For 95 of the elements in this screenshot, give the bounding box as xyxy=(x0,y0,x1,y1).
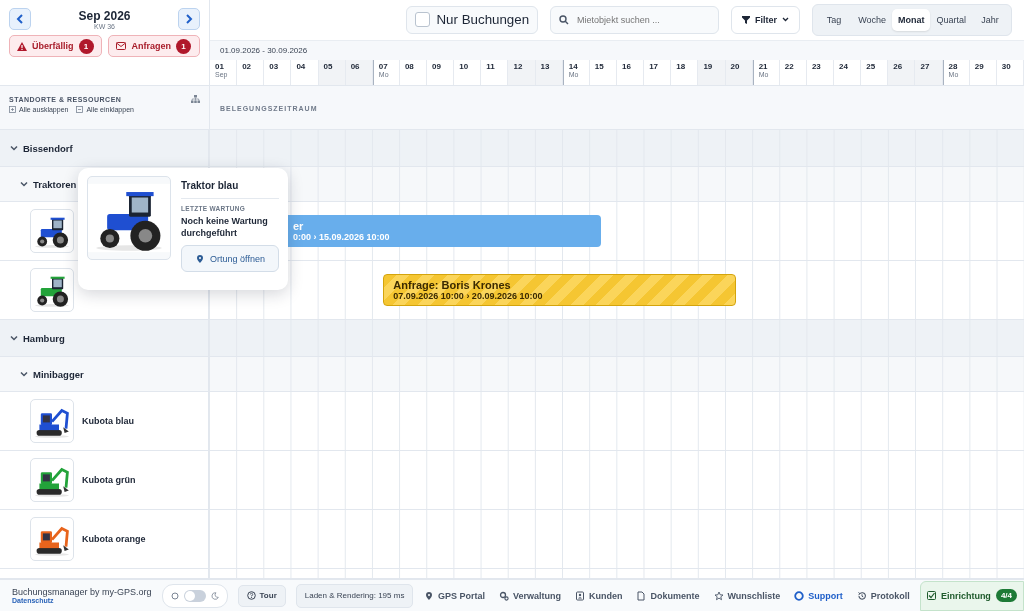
day-header: 16 xyxy=(617,60,645,85)
funnel-icon xyxy=(742,15,751,24)
sun-icon xyxy=(170,591,179,600)
chevron-down-icon[interactable] xyxy=(20,370,28,378)
day-header: 18 xyxy=(671,60,699,85)
dark-mode-switch[interactable] xyxy=(183,589,206,602)
popup-title: Traktor blau xyxy=(181,176,279,199)
history-icon xyxy=(856,590,867,601)
booking-title: er xyxy=(293,220,305,232)
chevron-down-icon[interactable] xyxy=(20,180,28,188)
resource-name[interactable]: Kubota blau xyxy=(82,416,134,426)
day-header: 15 xyxy=(589,60,617,85)
day-header: 25 xyxy=(861,60,889,85)
day-header: 26 xyxy=(888,60,916,85)
setup-button[interactable]: Einrichtung 4/4 xyxy=(919,580,1024,611)
view-tab[interactable]: Woche xyxy=(852,8,892,31)
day-header: 03 xyxy=(264,60,292,85)
day-header: 11 xyxy=(481,60,509,85)
day-header: 12 xyxy=(508,60,536,85)
pin-icon xyxy=(423,590,434,601)
progress-badge: 4/4 xyxy=(995,589,1017,602)
day-header: 10 xyxy=(454,60,482,85)
day-header: 23 xyxy=(806,60,835,85)
envelope-icon xyxy=(116,42,127,50)
day-header: 13 xyxy=(535,60,563,85)
day-header: 08 xyxy=(399,60,428,85)
location-row[interactable]: Bissendorf xyxy=(10,142,73,154)
day-header: 04 xyxy=(291,60,319,85)
chevron-right-icon xyxy=(185,14,193,24)
category-row[interactable]: Traktoren xyxy=(20,178,77,190)
footer-link[interactable]: Dokumente xyxy=(636,590,700,601)
day-header: 02 xyxy=(237,60,265,85)
search-icon xyxy=(559,14,570,25)
booking-dates: 07.09.2026 10:00 › 20.09.2026 10:00 xyxy=(393,291,544,301)
tour-button[interactable]: Tour xyxy=(237,584,286,607)
chevron-down-icon[interactable] xyxy=(10,334,18,342)
star-icon xyxy=(713,590,724,601)
view-tab[interactable]: Jahr xyxy=(972,8,1008,31)
checkbox-icon xyxy=(926,591,936,600)
footer-link[interactable]: Protokoll xyxy=(856,590,910,601)
day-header: 05 xyxy=(318,60,346,85)
footer-link[interactable]: Kunden xyxy=(575,590,623,601)
search-input[interactable]: Mietobjekt suchen ... xyxy=(575,13,710,26)
footer-link[interactable]: Wunschliste xyxy=(713,590,781,601)
contact-card-icon xyxy=(575,590,585,601)
resource-name[interactable]: Kubota orange xyxy=(82,534,146,544)
chevron-down-icon[interactable] xyxy=(10,144,18,152)
search-field[interactable]: Mietobjekt suchen ... xyxy=(550,5,720,34)
day-header: 19 xyxy=(698,60,726,85)
location-row[interactable]: Hamburg xyxy=(10,332,65,344)
open-location-button[interactable]: Ortung öffnen xyxy=(181,245,279,273)
moon-icon xyxy=(210,591,219,600)
count-badge: 1 xyxy=(78,38,94,54)
requests-button[interactable]: Anfragen 1 xyxy=(107,35,200,57)
help-icon xyxy=(246,591,256,600)
day-header: 29 xyxy=(969,60,997,85)
hierarchy-icon[interactable] xyxy=(191,95,200,103)
day-header: 17 xyxy=(644,60,672,85)
view-tab[interactable]: Quartal xyxy=(930,8,972,31)
day-header: 30 xyxy=(996,60,1024,85)
gears-icon xyxy=(498,590,509,601)
count-badge: 1 xyxy=(176,38,191,54)
caret-icon xyxy=(782,17,790,23)
pin-icon xyxy=(195,253,206,264)
date-range: 01.09.2026 - 30.09.2026 xyxy=(220,45,308,55)
plus-box-icon xyxy=(9,106,16,113)
document-icon xyxy=(636,590,647,601)
day-header: 06 xyxy=(345,60,373,85)
category-row[interactable]: Minibagger xyxy=(20,368,84,380)
view-tab[interactable]: Monat xyxy=(892,8,931,31)
brand-text: Buchungsmanager by my-GPS.org xyxy=(12,587,152,597)
booking-dates: 0:00 › 15.09.2026 10:00 xyxy=(293,232,391,242)
day-header: 27 xyxy=(915,60,943,85)
only-bookings-checkbox[interactable]: Nur Buchungen xyxy=(406,5,539,34)
day-header: 22 xyxy=(779,60,807,85)
resource-name[interactable]: Kubota grün xyxy=(82,475,136,485)
day-header: 24 xyxy=(834,60,862,85)
request-bar[interactable]: Anfrage: Boris Krones 07.09.2026 10:00 › 20.09.2026 10:00 xyxy=(383,274,737,306)
footer-link[interactable]: GPS Portal xyxy=(423,590,485,601)
filter-button[interactable]: Filter xyxy=(731,5,801,34)
next-month-button[interactable] xyxy=(178,8,200,30)
booking-title: Anfrage: Boris Krones xyxy=(393,279,512,291)
minus-box-icon xyxy=(76,106,84,113)
day-header: 09 xyxy=(427,60,455,85)
previous-month-button[interactable] xyxy=(9,8,31,30)
view-tab[interactable]: Tag xyxy=(816,8,853,31)
overdue-button[interactable]: Überfällig 1 xyxy=(9,35,102,57)
month-title: Sep 2026 xyxy=(78,8,131,23)
day-header: 20 xyxy=(725,60,753,85)
timing-info: Laden & Rendering: 195 ms xyxy=(295,583,414,608)
chevron-left-icon xyxy=(16,14,24,24)
lifebuoy-icon xyxy=(794,590,805,601)
footer-link[interactable]: Verwaltung xyxy=(498,590,561,601)
warning-icon xyxy=(17,41,27,51)
footer-link[interactable]: Support xyxy=(794,590,843,601)
